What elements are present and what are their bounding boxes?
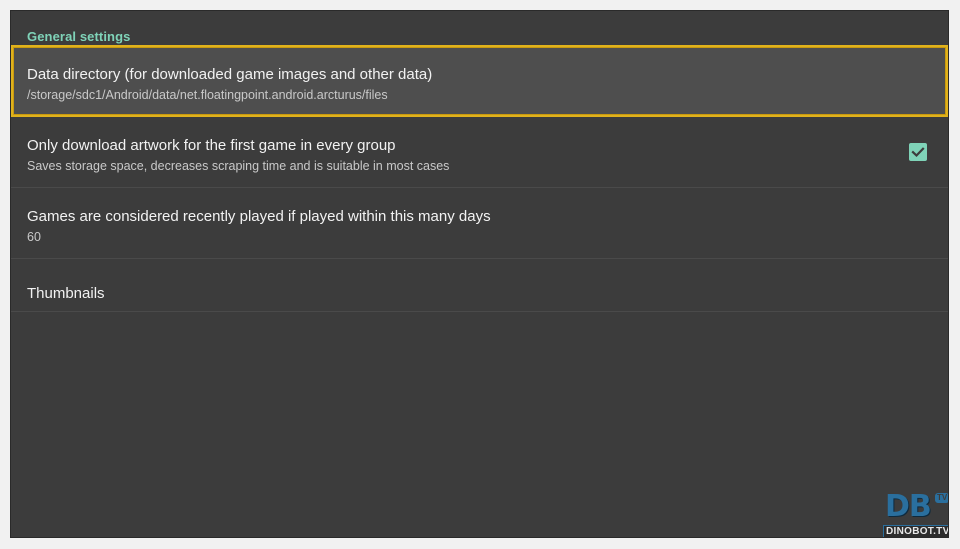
setting-title: Games are considered recently played if … — [27, 208, 491, 225]
settings-screen: General settings Data directory (for dow… — [10, 10, 949, 538]
watermark-logo: DB TV DINOBOT.TV — [871, 489, 948, 537]
setting-title: Thumbnails — [27, 285, 105, 302]
setting-subtitle: Saves storage space, decreases scraping … — [27, 159, 450, 173]
setting-title: Data directory (for downloaded game imag… — [27, 66, 433, 83]
settings-list: Data directory (for downloaded game imag… — [11, 45, 948, 312]
setting-thumbnails[interactable]: Thumbnails — [11, 259, 948, 312]
setting-download-artwork[interactable]: Only download artwork for the first game… — [11, 117, 948, 188]
setting-subtitle: /storage/sdc1/Android/data/net.floatingp… — [27, 88, 388, 102]
setting-recently-played-days[interactable]: Games are considered recently played if … — [11, 188, 948, 259]
setting-value: 60 — [27, 230, 41, 244]
setting-data-directory[interactable]: Data directory (for downloaded game imag… — [11, 45, 948, 117]
check-icon — [911, 147, 925, 158]
watermark-db-text: DB — [885, 489, 932, 524]
section-header: General settings — [27, 29, 131, 44]
watermark-tv-badge: TV — [935, 493, 948, 503]
artwork-checkbox[interactable] — [909, 143, 927, 161]
watermark-site: DINOBOT.TV — [883, 525, 948, 537]
setting-title: Only download artwork for the first game… — [27, 137, 396, 154]
